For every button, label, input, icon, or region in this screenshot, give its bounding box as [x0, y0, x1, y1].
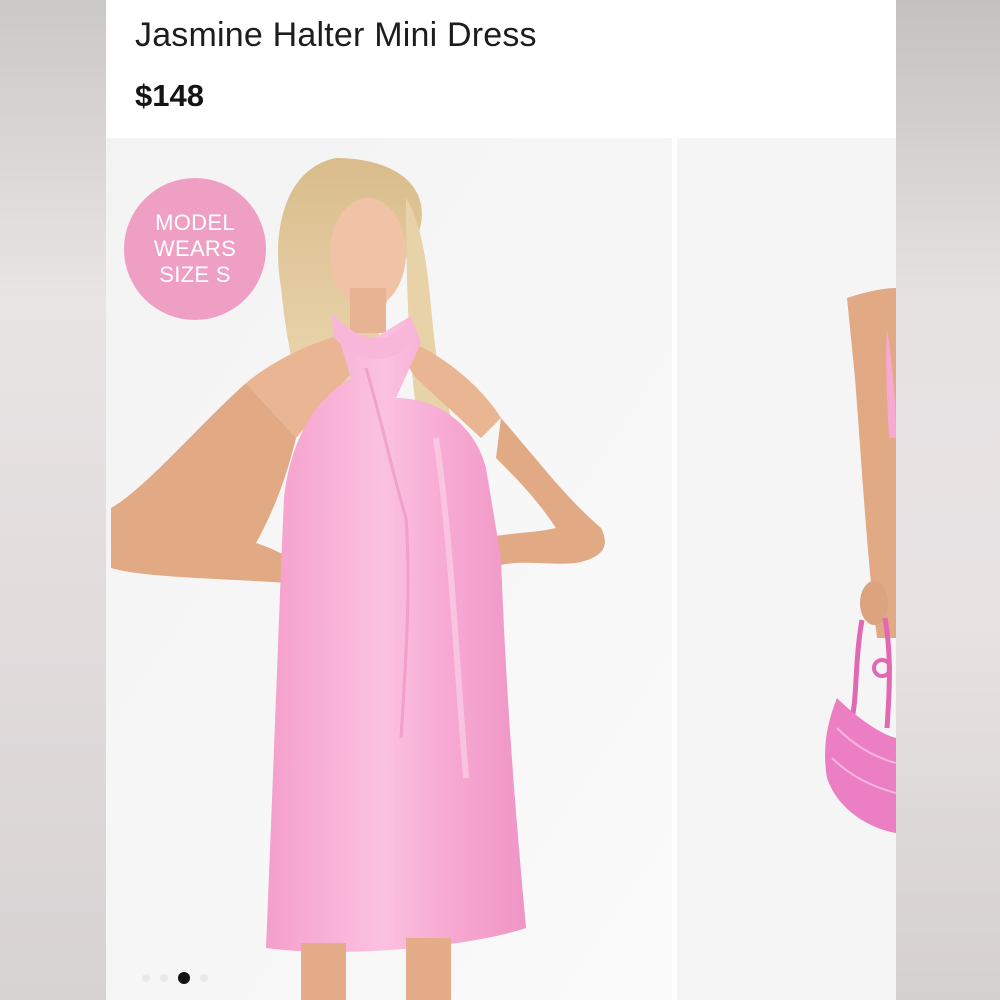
- badge-line-2: WEARS: [153, 236, 237, 261]
- model-size-badge: MODEL WEARS SIZE S: [124, 178, 266, 320]
- badge-line-3: SIZE S: [159, 262, 231, 287]
- image-carousel[interactable]: MODEL WEARS SIZE S: [106, 138, 896, 1000]
- carousel-dot-active[interactable]: [178, 972, 190, 984]
- product-title: Jasmine Halter Mini Dress: [135, 16, 537, 54]
- carousel-dot[interactable]: [160, 974, 168, 982]
- background-blur-right: [896, 0, 1000, 1000]
- product-price: $148: [135, 78, 204, 113]
- background-blur-left: [0, 0, 106, 1000]
- carousel-pagination: [142, 972, 208, 984]
- product-image-next[interactable]: [677, 138, 896, 1000]
- product-card: Jasmine Halter Mini Dress $148 MODEL WEA…: [106, 0, 896, 1000]
- product-header: Jasmine Halter Mini Dress $148: [106, 0, 896, 138]
- product-image-main[interactable]: MODEL WEARS SIZE S: [106, 138, 672, 1000]
- carousel-dot[interactable]: [142, 974, 150, 982]
- carousel-dot[interactable]: [200, 974, 208, 982]
- badge-line-1: MODEL: [155, 210, 235, 235]
- model-photo-partial: [677, 138, 896, 1000]
